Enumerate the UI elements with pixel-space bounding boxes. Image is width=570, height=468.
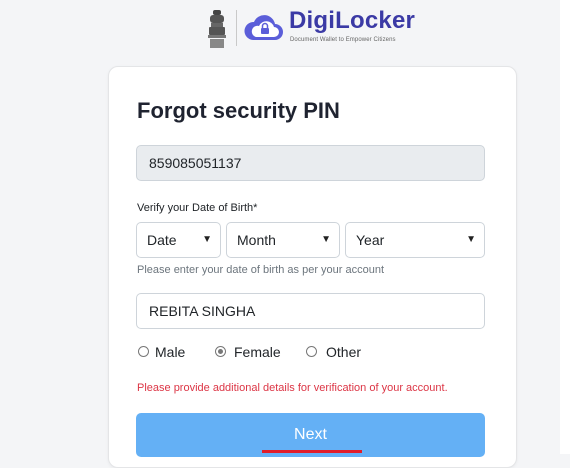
brand-name: DigiLocker (289, 7, 416, 34)
radio-male-label: Male (155, 344, 186, 360)
month-select[interactable]: Month ▼ (226, 222, 340, 258)
full-name-field[interactable]: REBITA SINGHA (136, 293, 485, 329)
brand-tagline: Document Wallet to Empower Citizens (290, 37, 396, 43)
right-edge (560, 0, 570, 454)
error-message: Please provide additional details for ve… (137, 382, 448, 394)
chevron-down-icon: ▼ (202, 234, 212, 245)
radio-male[interactable] (138, 346, 149, 357)
page-title: Forgot security PIN (137, 98, 340, 123)
chevron-down-icon: ▼ (466, 234, 476, 245)
national-emblem-icon (208, 10, 226, 48)
date-select[interactable]: Date ▼ (136, 222, 221, 258)
header: DigiLocker Document Wallet to Empower Ci… (0, 0, 570, 58)
radio-other-label: Other (326, 344, 362, 360)
highlight-underline (262, 450, 362, 453)
dob-hint: Please enter your date of birth as per y… (137, 264, 385, 276)
date-select-value: Date (147, 232, 177, 248)
month-select-value: Month (237, 232, 276, 248)
year-select-value: Year (356, 232, 385, 248)
year-select[interactable]: Year ▼ (345, 222, 485, 258)
dob-label: Verify your Date of Birth* (137, 202, 258, 214)
radio-female[interactable] (215, 346, 226, 357)
digilocker-cloud-icon (244, 15, 283, 40)
radio-other[interactable] (306, 346, 317, 357)
mobile-number-field[interactable]: 859085051137 (136, 145, 485, 181)
chevron-down-icon: ▼ (321, 234, 331, 245)
radio-female-label: Female (234, 344, 281, 360)
logo-divider (236, 10, 237, 46)
